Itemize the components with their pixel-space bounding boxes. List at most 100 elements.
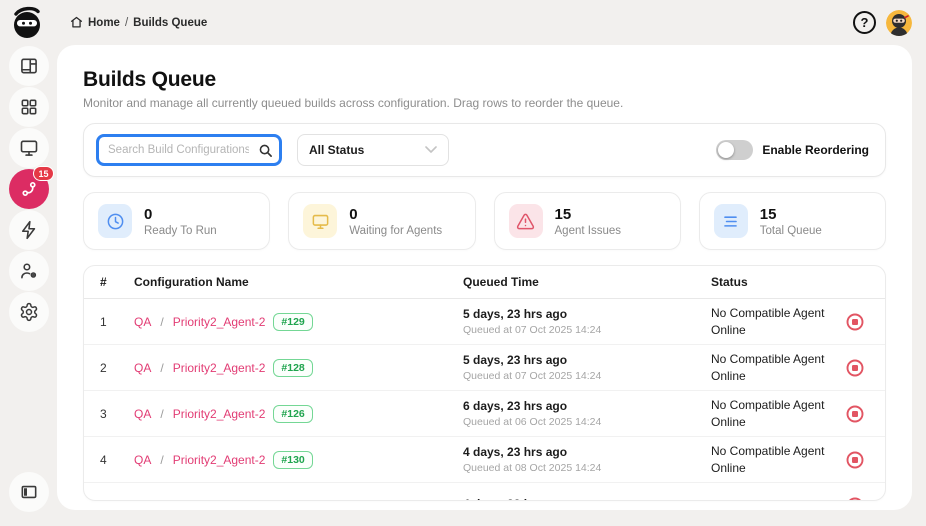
stat-label: Waiting for Agents (349, 224, 443, 237)
queued-ago: 4 days, 23 hrs ago (463, 497, 711, 500)
queued-time-cell: 6 days, 23 hrs ago Queued at 06 Oct 2025… (463, 399, 711, 428)
config-link[interactable]: Priority2_Agent-2 (173, 453, 266, 467)
path-separator: / (160, 406, 164, 421)
breadcrumb-separator: / (124, 16, 129, 29)
path-separator: / (160, 314, 164, 329)
queued-time-cell: 4 days, 23 hrs ago (463, 497, 711, 500)
sidebar-item-users[interactable] (8, 251, 49, 291)
clock-icon (98, 204, 132, 238)
stat-card-total-queue: 15 Total Queue (698, 192, 886, 250)
build-queue-icon (19, 179, 39, 199)
stop-icon (846, 313, 864, 330)
user-avatar[interactable] (886, 9, 912, 36)
toggle-knob (718, 142, 735, 158)
queued-ago: 6 days, 23 hrs ago (463, 399, 568, 413)
sidebar-nav: 15 (0, 45, 57, 526)
breadcrumb-home-link[interactable]: Home (88, 17, 120, 29)
queued-at: Queued at 06 Oct 2025 14:24 (463, 416, 602, 428)
row-index: 3 (100, 406, 107, 421)
remove-from-queue-button[interactable] (845, 404, 865, 424)
filter-bar: All Status Enable Reordering (83, 123, 886, 177)
search-input[interactable] (96, 134, 282, 166)
remove-from-queue-button[interactable] (845, 312, 865, 332)
path-separator: / (160, 360, 164, 375)
remove-from-queue-button[interactable] (845, 358, 865, 378)
queued-at: Queued at 08 Oct 2025 14:24 (463, 462, 602, 474)
page-subtitle: Monitor and manage all currently queued … (83, 96, 624, 110)
panel-left-icon (19, 482, 39, 502)
project-link[interactable]: QA (134, 499, 151, 501)
stat-card-agent-issues: 15 Agent Issues (493, 192, 681, 250)
search-field-wrap (96, 134, 282, 166)
queued-ago: 4 days, 23 hrs ago (463, 445, 568, 459)
status-filter-value: All Status (309, 143, 365, 157)
search-icon (258, 143, 273, 158)
sidebar-item-collapse[interactable] (8, 472, 49, 512)
col-header-configuration: Configuration Name (134, 275, 249, 289)
stat-value: 0 (144, 205, 153, 223)
row-index: 5 (100, 499, 134, 501)
remove-from-queue-button[interactable] (845, 450, 865, 470)
queued-time-cell: 4 days, 23 hrs ago Queued at 08 Oct 2025… (463, 445, 711, 474)
reorder-toggle-wrap: Enable Reordering (716, 140, 873, 160)
status-filter-select[interactable]: All Status (297, 134, 449, 166)
stop-icon (846, 359, 864, 376)
status-text: No Compatible Agent Online (711, 306, 825, 337)
sidebar-item-builds-queue[interactable]: 15 (8, 166, 54, 209)
topbar: Home / Builds Queue ? (0, 0, 926, 45)
col-header-queued-time: Queued Time (463, 275, 539, 289)
config-link[interactable]: Priority2_Agent-2 (173, 407, 266, 421)
queued-ago: 5 days, 23 hrs ago (463, 307, 568, 321)
project-link[interactable]: QA (134, 453, 151, 467)
configuration-cell: QA / Priority2_Agent-2 #130 (134, 450, 463, 469)
build-number-badge[interactable]: #128 (273, 358, 313, 377)
brand-ninja-logo[interactable] (9, 5, 45, 41)
col-header-index: # (100, 275, 107, 289)
project-link[interactable]: QA (134, 361, 151, 375)
stat-label: Ready To Run (144, 224, 217, 237)
builds-queue-table: # Configuration Name Queued Time Status … (83, 265, 886, 501)
row-index: 4 (100, 452, 107, 467)
stat-label: Total Queue (759, 224, 822, 237)
dashboard-layout-icon (19, 56, 39, 76)
project-link[interactable]: QA (134, 315, 151, 329)
stop-icon (846, 451, 864, 468)
page-title: Builds Queue (83, 68, 216, 91)
user-gear-icon (19, 261, 39, 281)
stats-row: 0 Ready To Run 0 Waiting for Agents 15 A… (83, 192, 886, 250)
main-panel: Builds Queue Monitor and manage all curr… (57, 45, 912, 510)
gear-icon (19, 302, 39, 322)
sidebar-item-agents[interactable] (8, 128, 49, 168)
table-row: 4 QA / Priority2_Agent-2 #130 4 days, 23… (84, 437, 885, 483)
queue-list-icon (713, 204, 748, 238)
monitor-icon (303, 204, 338, 238)
table-row: 2 QA / Priority2_Agent-2 #128 5 days, 23… (84, 345, 885, 391)
build-number-badge[interactable]: #126 (273, 404, 313, 423)
sidebar-item-settings[interactable] (8, 292, 49, 332)
queued-time-cell: 5 days, 23 hrs ago Queued at 07 Oct 2025… (463, 307, 711, 336)
help-icon[interactable]: ? (853, 11, 876, 34)
build-number-badge[interactable]: #130 (273, 450, 313, 469)
stat-card-ready-to-run: 0 Ready To Run (83, 192, 271, 250)
topbar-actions: ? (853, 0, 912, 45)
enable-reordering-toggle[interactable] (716, 140, 754, 160)
remove-from-queue-button[interactable] (845, 496, 865, 500)
row-index: 1 (100, 314, 107, 329)
build-number-badge[interactable]: #129 (273, 312, 313, 331)
configuration-cell: QA / Priority2_Agent-2 #126 (134, 404, 463, 423)
reorder-toggle-label: Enable Reordering (762, 143, 869, 157)
home-icon (70, 16, 83, 29)
sidebar-item-dashboard[interactable] (8, 46, 49, 86)
grid-icon (19, 97, 39, 117)
config-link[interactable]: Priority2_Agent-2 (173, 361, 266, 375)
configuration-cell: QA / Priority2_Agent-2 #128 (134, 358, 463, 377)
table-row: 5 QA / Priority2_Agent-2 4 days, 23 hrs … (84, 483, 885, 501)
monitor-icon (19, 138, 39, 158)
sidebar-item-runs[interactable] (8, 210, 49, 250)
queued-at: Queued at 07 Oct 2025 14:24 (463, 324, 602, 336)
sidebar-item-projects[interactable] (8, 87, 49, 127)
path-separator: / (160, 499, 163, 501)
config-link[interactable]: Priority2_Agent-2 (173, 499, 266, 501)
config-link[interactable]: Priority2_Agent-2 (173, 315, 266, 329)
project-link[interactable]: QA (134, 407, 151, 421)
